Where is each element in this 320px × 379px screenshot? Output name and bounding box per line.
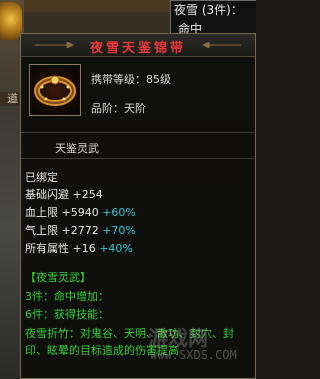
item-tooltip: 夜雪天鉴锦带 携带等级：85级 品阶：天阶 天鉴灵武 已绑定 基础闪避 +254… <box>20 33 256 379</box>
watermark-url: www.SXDS.COM <box>150 348 237 362</box>
attribute-name: 血上限 <box>25 206 58 219</box>
item-type: 天鉴灵武 <box>55 142 99 155</box>
bound-status: 已绑定 <box>25 171 58 184</box>
side-tab-label[interactable]: 道 <box>0 92 20 106</box>
divider <box>21 158 255 159</box>
attribute-row: 气上限 +2772 +70% <box>25 222 136 238</box>
attribute-name: 基础闪避 <box>25 188 69 201</box>
title-ornament-right-icon <box>201 42 241 48</box>
attribute-value: +5940 <box>61 206 99 219</box>
attribute-name: 气上限 <box>25 224 58 237</box>
watermark-text: 游戏网 <box>148 326 208 350</box>
set-info-title: 夜雪 (3件)： <box>174 3 243 17</box>
attribute-row: 基础闪避 +254 <box>25 186 103 202</box>
set-name: 【夜雪灵武】 <box>25 271 91 284</box>
attribute-percent: +40% <box>99 242 133 255</box>
tooltip-title-bar: 夜雪天鉴锦带 <box>21 34 255 57</box>
attribute-percent: +70% <box>102 224 136 237</box>
attribute-value: +2772 <box>61 224 99 237</box>
attribute-row: 血上限 +5940 +60% <box>25 204 136 220</box>
carry-level: 携带等级：85级 <box>91 73 171 86</box>
attribute-value: +254 <box>72 188 103 201</box>
medal-icon[interactable] <box>0 2 22 40</box>
set-bonus-6-piece: 6件：获得技能： <box>25 308 109 321</box>
belt-icon <box>32 67 78 113</box>
attribute-percent: +60% <box>102 206 136 219</box>
set-bonus-3-piece: 3件：命中增加： <box>25 290 109 303</box>
game-scene: 道 夜雪 (3件)： 命中 夜雪天鉴锦带 携带等级：85级 品阶：天阶 天鉴灵武… <box>0 0 256 379</box>
item-icon-frame <box>29 64 81 116</box>
attribute-name: 所有属性 <box>25 242 69 255</box>
attribute-row: 所有属性 +16 +40% <box>25 240 133 256</box>
attribute-value: +16 <box>72 242 96 255</box>
divider <box>21 132 255 133</box>
item-grade: 品阶：天阶 <box>91 102 146 115</box>
